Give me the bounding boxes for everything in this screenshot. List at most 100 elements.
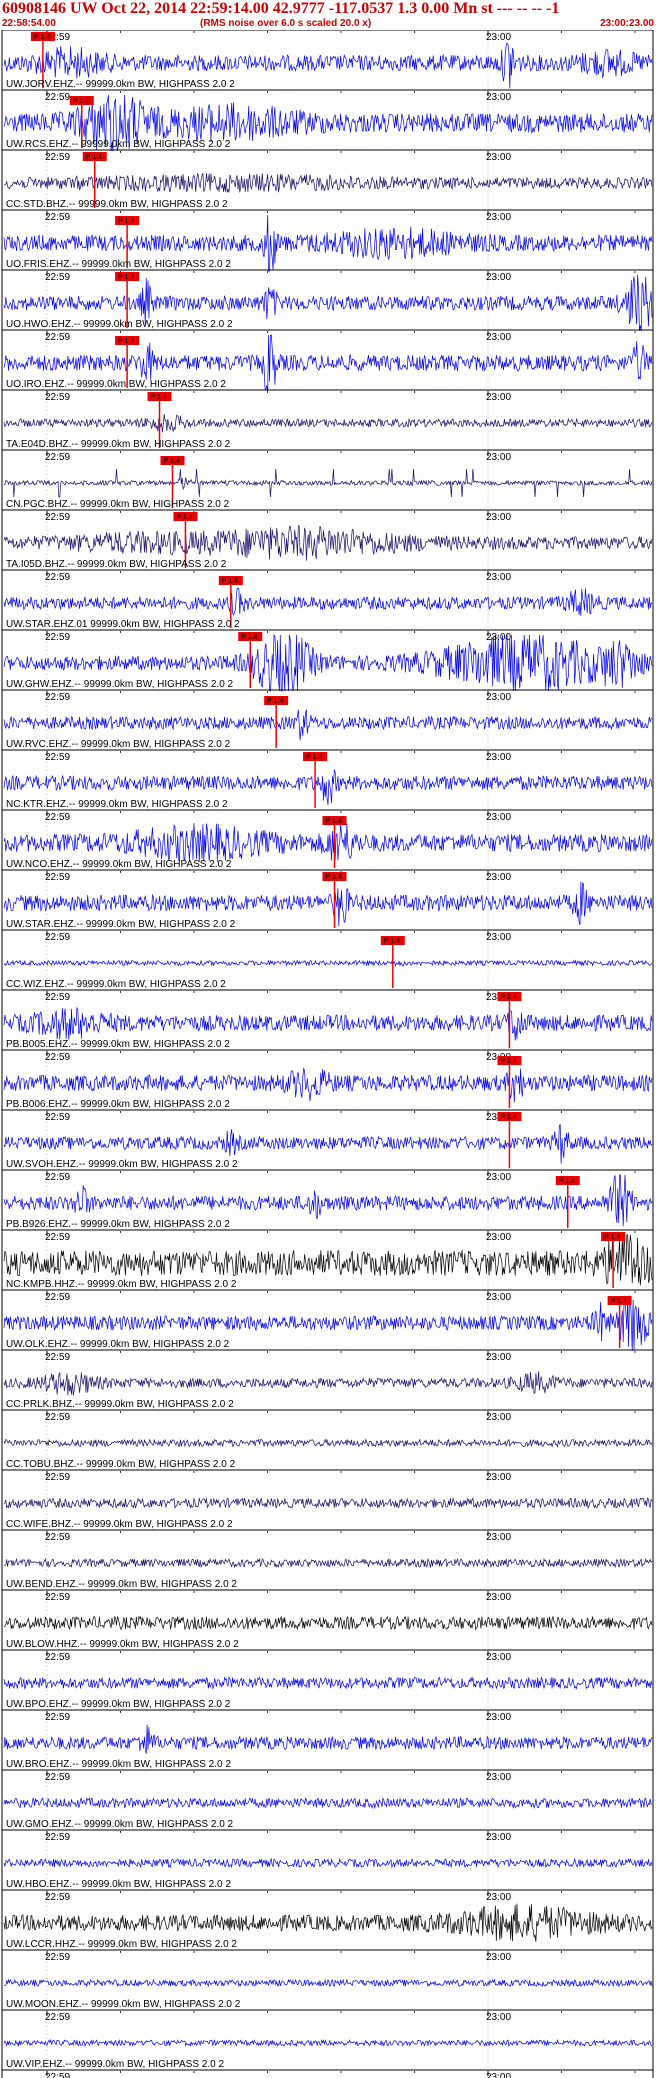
waveform — [3, 959, 653, 967]
minute-tick-label: 23:00 — [486, 1292, 511, 1303]
minute-tick-label: 22:59 — [45, 752, 70, 763]
trace-row: 22:59 23:00P 1.4UW.GHW.EHZ.-- 99999.0km B… — [2, 629, 653, 692]
trace-row: 22:59 23:00 UW.MOON.EHZ.-- 99999.0km BW, H… — [2, 1949, 653, 2010]
trace-label: UW.BLOW.HHZ.-- 99999.0km BW, HIGHPASS 2.… — [6, 1639, 239, 1650]
p-pick-label: P 1.4 — [86, 154, 102, 161]
p-pick-label: P 1.4 — [163, 458, 179, 465]
minute-tick-label: 22:59 — [45, 92, 70, 103]
trace-row: 22:59 23:00 P 1.4 CC.STD.BHZ.-- 99999.0km B… — [2, 149, 653, 210]
trace-row: 22:59 23:00 — [2, 2069, 653, 2078]
minute-tick-label: 23:00 — [486, 512, 511, 523]
p-pick-label: P 1.4 — [604, 1234, 620, 1241]
waveform — [3, 1978, 653, 1988]
p-pick-label: P 1.4 — [34, 34, 50, 41]
minute-tick-label: 22:59 — [45, 1472, 70, 1483]
waveform — [3, 1438, 653, 1448]
minute-tick-label: 23:00 — [486, 212, 511, 223]
trace-label: CC.STD.BHZ.-- 99999.0km BW, HIGHPASS 2.0… — [6, 199, 228, 210]
minute-tick-label: 22:59 — [45, 512, 70, 523]
trace-row: 22:59 23:00 P 1.4 UW.OLK.EHZ.-- 99999.0km B… — [2, 1289, 653, 1352]
minute-tick-label: 23:00 — [486, 812, 511, 823]
waveform — [3, 1234, 653, 1286]
event-title: 60908146 UW Oct 22, 2014 22:59:14.00 42.… — [2, 0, 560, 17]
trace-row: 22:59 23:00 P 1.4 UW.RVC.EHZ.-- 99999.0km B… — [2, 689, 653, 750]
trace-row: 22:5923:00P 1.4PB.B005.EHZ.-- 99999.0km … — [2, 989, 653, 1050]
trace-label: UO.FRIS.EHZ.-- 99999.0km BW, HIGHPASS 2.… — [6, 259, 231, 270]
minute-tick-label: 22:59 — [45, 1652, 70, 1663]
trace-label: UO.HWO.EHZ.-- 99999.0km BW, HIGHPASS 2.0… — [6, 319, 233, 330]
trace-row: 22:59 23:00 P 1.4 CC.WIZ.EHZ.-- 99999.0km B… — [2, 929, 653, 990]
minute-tick-label: 23:00 — [486, 332, 511, 343]
minute-tick-label: 23:00 — [486, 932, 511, 943]
minute-tick-label: 23:00 — [486, 1592, 511, 1603]
trace-row: 22:5923:00P 1.4PB.B006.EHZ.-- 99999.0km … — [2, 1049, 653, 1110]
minute-tick-label: 22:59 — [45, 1532, 70, 1543]
trace-label: UO.IRO.EHZ.-- 99999.0km BW, HIGHPASS 2.0… — [6, 379, 226, 390]
waveform — [3, 525, 653, 561]
trace-label: UW.RCS.EHZ.-- 99999.0km BW, HIGHPASS 2.0… — [6, 139, 231, 150]
trace-row: 22:59 23:00 UW.BPO.EHZ.-- 99999.0km BW, HI… — [2, 1649, 653, 1710]
minute-tick-label: 23:00 — [486, 872, 511, 883]
trace-label: PB.B926.EHZ.-- 99999.0km BW, HIGHPASS 2.… — [6, 1219, 230, 1230]
p-pick-label: P 1.4 — [306, 754, 322, 761]
trace-label: UW.LCCR.HHZ.-- 99999.0km BW, HIGHPASS 2.… — [6, 1939, 237, 1950]
minute-tick-label: 22:59 — [45, 1892, 70, 1903]
trace-label: UW.VIP.EHZ.-- 99999.0km BW, HIGHPASS 2.0… — [6, 2059, 224, 2070]
trace-row: 22:59 23:00 P 1.4 PB.B926.EHZ.-- 99999.0km … — [2, 1169, 653, 1230]
p-pick-label: P 1.4 — [500, 1058, 516, 1065]
trace-row: 22:59 23:00 P 1.4 NC.KTR.EHZ.-- 99999.0km B… — [2, 749, 653, 810]
minute-tick-label: 22:59 — [45, 632, 70, 643]
waveform — [3, 1557, 653, 1569]
trace-row: 22:59 23:00 P 1.4 TA.E04D.BHZ.-- 99999.0km … — [2, 389, 653, 450]
minute-tick-label: 22:59 — [45, 1832, 70, 1843]
minute-tick-label: 22:59 — [45, 1952, 70, 1963]
p-pick-label: P 1.4 — [559, 1178, 575, 1185]
p-pick-label: P 1.4 — [611, 1298, 627, 1305]
minute-tick-label: 22:59 — [45, 692, 70, 703]
minute-tick-label: 23:00 — [486, 1952, 511, 1963]
trace-row: 22:59 23:00 P 1.4 UW.RCS.EHZ.-- 99999.0km B… — [2, 89, 653, 152]
minute-tick-label: 23:00 — [486, 1832, 511, 1843]
minute-tick-label: 22:59 — [45, 2072, 70, 2078]
minute-tick-label: 23:00 — [486, 272, 511, 283]
minute-tick-label: 22:59 — [45, 872, 70, 883]
trace-label: UW.MOON.EHZ.-- 99999.0km BW, HIGHPASS 2.… — [6, 1999, 241, 2010]
waveform — [3, 1124, 653, 1164]
minute-tick-label: 23:00 — [486, 1232, 511, 1243]
minute-tick-label: 22:59 — [45, 392, 70, 403]
p-pick-label: P 1.4 — [151, 394, 167, 401]
waveform — [3, 1371, 653, 1396]
rms-note: (RMS noise over 6.0 s scaled 20.0 x) — [200, 18, 372, 29]
trace-row: 22:59 23:00 CC.WIFE.BHZ.-- 99999.0km BW, H… — [2, 1469, 653, 1530]
trace-label: TA.E04D.BHZ.-- 99999.0km BW, HIGHPASS 2.… — [6, 439, 231, 450]
p-pick-label: P 1.4 — [118, 218, 134, 225]
trace-row: 22:59 23:00 CC.PRLK.BHZ.-- 99999.0km BW, H… — [2, 1349, 653, 1410]
trace-label: CC.WIFE.BHZ.-- 99999.0km BW, HIGHPASS 2.… — [6, 1519, 233, 1530]
trace-label: UW.STAR.EHZ.01 99999.0km BW, HIGHPASS 2.… — [6, 619, 240, 630]
minute-tick-label: 22:59 — [45, 1232, 70, 1243]
trace-label: TA.I05D.BHZ.-- 99999.0km BW, HIGHPASS 2.… — [6, 559, 227, 570]
minute-tick-label: 23:00 — [486, 1652, 511, 1663]
minute-tick-label: 22:59 — [45, 2012, 70, 2023]
trace-label: UW.OLK.EHZ.-- 99999.0km BW, HIGHPASS 2.0… — [6, 1339, 230, 1350]
trace-row: 22:59 23:00 P 1.4 UW.STAR.EHZ.-- 99999.0km … — [2, 869, 653, 930]
waveform — [3, 1676, 653, 1690]
minute-tick-label: 22:59 — [45, 1712, 70, 1723]
minute-tick-label: 23:00 — [486, 1472, 511, 1483]
trace-label: NC.KTR.EHZ.-- 99999.0km BW, HIGHPASS 2.0… — [6, 799, 228, 810]
minute-tick-label: 23:00 — [486, 452, 511, 463]
p-pick-label: P 1.4 — [118, 274, 134, 281]
minute-tick-label: 22:59 — [45, 1172, 70, 1183]
minute-tick-label: 23:00 — [486, 572, 511, 583]
trace-label: UW.HBO.EHZ.-- 99999.0km BW, HIGHPASS 2.0… — [6, 1879, 231, 1890]
p-pick-label: P 1.4 — [384, 938, 400, 945]
trace-row: 22:59 23:00P 1.4UW.JORV.EHZ.-- 99999.0km … — [2, 30, 653, 90]
minute-tick-label: 22:59 — [45, 932, 70, 943]
p-pick-label: P 1.4 — [118, 338, 134, 345]
waveform — [3, 1006, 653, 1041]
p-pick-label: P 1.4 — [325, 818, 341, 825]
waveform — [3, 1497, 653, 1509]
trace-row: 22:59 23:00 UW.HBO.EHZ.-- 99999.0km BW, HI… — [2, 1829, 653, 1890]
minute-tick-label: 22:59 — [45, 992, 70, 1003]
end-time: 23:00:23.00 — [600, 18, 654, 29]
